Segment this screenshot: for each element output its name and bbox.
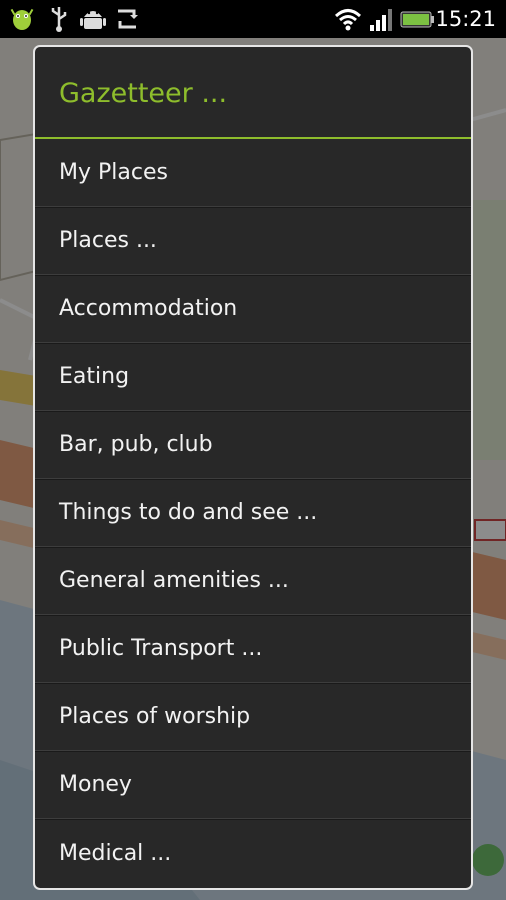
menu-list: My Places Places ... Accommodation Eatin… [35,139,471,887]
menu-item-accommodation[interactable]: Accommodation [35,275,471,344]
menu-item-things-to-do[interactable]: Things to do and see ... [35,479,471,548]
status-bar: 15:21 [0,0,506,38]
menu-item-bar-pub-club[interactable]: Bar, pub, club [35,411,471,480]
battery-icon [400,11,434,28]
status-time: 15:21 [435,7,496,31]
usb-icon [51,7,67,32]
sync-icon [118,9,138,29]
menu-item-public-transport[interactable]: Public Transport ... [35,615,471,684]
menu-item-my-places[interactable]: My Places [35,139,471,208]
menu-item-general-amenities[interactable]: General amenities ... [35,547,471,616]
menu-item-medical[interactable]: Medical ... [35,819,471,887]
menu-item-places[interactable]: Places ... [35,207,471,276]
android-debug-icon [80,11,106,29]
signal-icon [370,9,392,31]
menu-item-money[interactable]: Money [35,751,471,820]
android-bug-icon [10,8,34,30]
menu-item-places-of-worship[interactable]: Places of worship [35,683,471,752]
gazetteer-dialog: Gazetteer ... My Places Places ... Accom… [33,45,473,890]
menu-item-eating[interactable]: Eating [35,343,471,412]
dialog-title: Gazetteer ... [59,78,228,109]
wifi-icon [334,9,362,31]
